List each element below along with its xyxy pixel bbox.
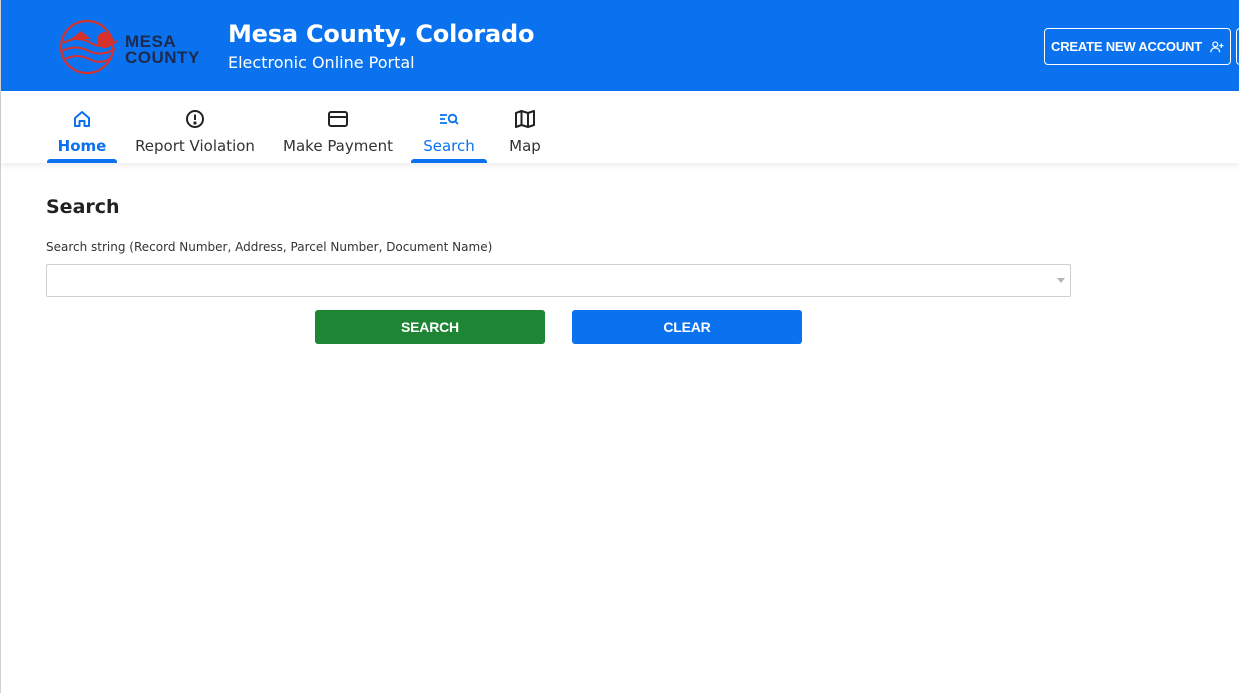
home-icon [71, 108, 93, 130]
page-title: Search [46, 196, 120, 218]
nav-item-report-violation[interactable]: Report Violation [135, 91, 255, 163]
search-list-icon [438, 108, 460, 130]
map-icon [514, 108, 536, 130]
create-account-label: CREATE NEW ACCOUNT [1051, 39, 1202, 54]
chevron-down-icon[interactable] [1057, 278, 1065, 283]
alert-circle-icon [184, 108, 206, 130]
credit-card-icon [327, 108, 349, 130]
logo-wordmark: MESA COUNTY [125, 33, 200, 67]
nav-label-map: Map [509, 137, 541, 155]
nav-label-report-violation: Report Violation [135, 137, 255, 155]
nav-label-search: Search [423, 137, 475, 155]
nav-item-home[interactable]: Home [47, 91, 117, 163]
search-string-label: Search string (Record Number, Address, P… [46, 240, 493, 254]
search-combobox[interactable] [46, 264, 1071, 297]
active-tab-indicator [411, 159, 487, 163]
nav-item-search[interactable]: Search [411, 91, 487, 163]
person-add-icon [1210, 40, 1224, 52]
create-new-account-button[interactable]: CREATE NEW ACCOUNT [1044, 28, 1231, 65]
nav-item-map[interactable]: Map [506, 91, 544, 163]
site-title: Mesa County, Colorado [228, 20, 535, 48]
site-subtitle: Electronic Online Portal [228, 53, 415, 72]
search-input[interactable] [47, 265, 1070, 296]
nav-label-home: Home [57, 137, 107, 155]
app-header: MESA COUNTY Mesa County, Colorado Electr… [1, 0, 1239, 91]
active-tab-indicator [47, 159, 117, 163]
nav-label-make-payment: Make Payment [283, 137, 393, 155]
nav-item-make-payment[interactable]: Make Payment [283, 91, 393, 163]
search-button[interactable]: SEARCH [315, 310, 545, 344]
main-navigation: Home Report Violation Make Payment Searc… [1, 91, 1239, 163]
logo-line-2: COUNTY [125, 48, 200, 67]
clear-button[interactable]: CLEAR [572, 310, 802, 344]
